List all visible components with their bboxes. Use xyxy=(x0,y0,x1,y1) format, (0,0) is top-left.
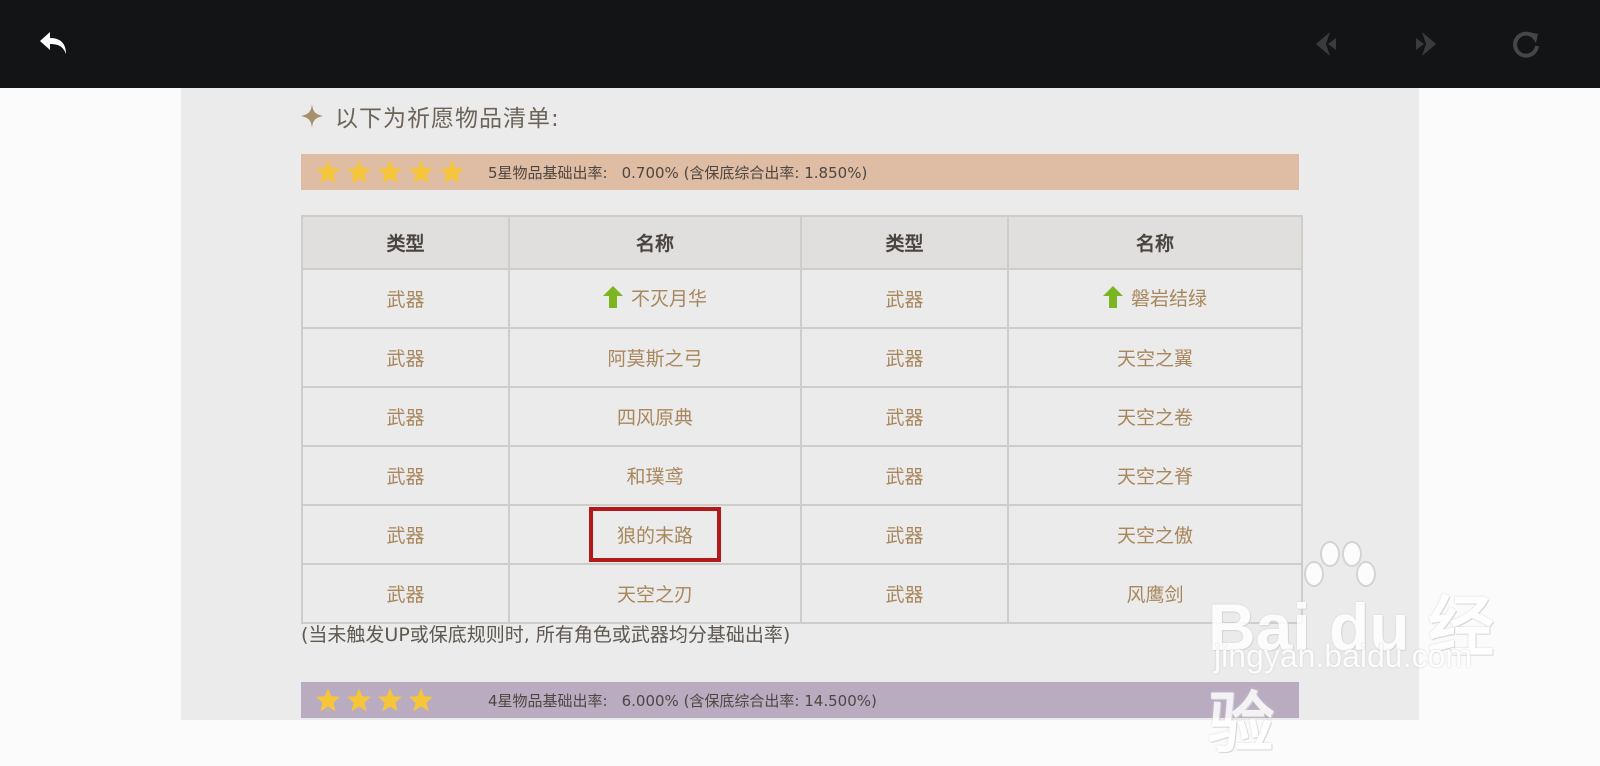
five-star-rate-text: 5星物品基础出率: 0.700% (含保底综合出率: 1.850%) xyxy=(488,162,867,183)
item-type-cell: 武器 xyxy=(800,386,1009,447)
five-star-rate-bar: 5星物品基础出率: 0.700% (含保底综合出率: 1.850%) xyxy=(301,154,1299,190)
item-name-cell: 狼的末路 xyxy=(508,504,802,565)
table-row: 武器 不灭月华 武器 磐岩结绿 xyxy=(301,268,1303,329)
five-star-rate-value: 0.700% (含保底综合出率: 1.850%) xyxy=(621,163,868,182)
wish-items-table: 类型 名称 类型 名称 武器 不灭月华 武器 磐岩结绿 武器 阿莫斯之弓 武器 … xyxy=(301,215,1303,624)
table-row: 武器 和璞鸢 武器 天空之脊 xyxy=(301,445,1303,506)
baidu-jingyan-watermark: Bai du 经验 jingyan.baidu.com xyxy=(1208,540,1498,760)
item-name-cell: 天空之卷 xyxy=(1007,386,1303,447)
item-name-cell: 四风原典 xyxy=(508,386,802,447)
item-name-cell: 不灭月华 xyxy=(508,268,802,329)
star-icon xyxy=(316,688,340,712)
column-header-name: 名称 xyxy=(508,215,802,270)
star-icon xyxy=(347,160,371,184)
star-icon xyxy=(316,160,340,184)
reload-button[interactable] xyxy=(1502,20,1550,68)
star-icon xyxy=(378,688,402,712)
item-type-cell: 武器 xyxy=(301,504,510,565)
prev-button[interactable] xyxy=(1302,20,1350,68)
item-name-cell: 磐岩结绿 xyxy=(1007,268,1303,329)
four-star-rate-text: 4星物品基础出率: 6.000% (含保底综合出率: 14.500%) xyxy=(488,690,877,711)
item-type-cell: 武器 xyxy=(800,327,1009,388)
item-name-cell: 天空之脊 xyxy=(1007,445,1303,506)
item-name-cell: 阿莫斯之弓 xyxy=(508,327,802,388)
item-name-cell: 和璞鸢 xyxy=(508,445,802,506)
item-type-cell: 武器 xyxy=(301,386,510,447)
section-heading-text: 以下为祈愿物品清单: xyxy=(335,106,560,132)
star-icon xyxy=(409,688,433,712)
item-name: 磐岩结绿 xyxy=(1130,287,1207,310)
up-arrow-icon xyxy=(602,286,623,309)
four-star-rating xyxy=(301,687,480,713)
prev-arrow-icon xyxy=(1316,32,1336,56)
item-type-cell: 武器 xyxy=(800,563,1009,624)
column-header-name: 名称 xyxy=(1007,215,1303,270)
star-icon xyxy=(440,160,464,184)
next-button[interactable] xyxy=(1402,20,1450,68)
item-name-cell: 天空之翼 xyxy=(1007,327,1303,388)
item-name: 不灭月华 xyxy=(630,287,707,310)
column-header-type: 类型 xyxy=(301,215,510,270)
four-star-rate-value: 6.000% (含保底综合出率: 14.500%) xyxy=(621,691,877,710)
next-arrow-icon xyxy=(1416,32,1436,56)
item-type-cell: 武器 xyxy=(800,268,1009,329)
four-star-rate-bar: 4星物品基础出率: 6.000% (含保底综合出率: 14.500%) xyxy=(301,682,1299,718)
reload-icon xyxy=(1513,31,1539,58)
watermark-url: jingyan.baidu.com xyxy=(1214,638,1472,674)
five-star-rating xyxy=(301,159,480,185)
section-heading: 以下为祈愿物品清单: xyxy=(301,98,560,134)
sparkle-icon xyxy=(301,104,323,128)
table-row: 武器 狼的末路 武器 天空之傲 xyxy=(301,504,1303,565)
item-type-cell: 武器 xyxy=(800,445,1009,506)
table-row: 武器 天空之刃 武器 风鹰剑 xyxy=(301,563,1303,624)
browser-toolbar xyxy=(0,0,1600,88)
item-type-cell: 武器 xyxy=(301,445,510,506)
up-arrow-icon xyxy=(1102,286,1123,309)
item-type-cell: 武器 xyxy=(800,504,1009,565)
star-icon xyxy=(409,160,433,184)
five-star-rate-label: 5星物品基础出率: xyxy=(488,163,608,182)
star-icon xyxy=(347,688,371,712)
item-type-cell: 武器 xyxy=(301,268,510,329)
item-name-cell: 天空之刃 xyxy=(508,563,802,624)
back-button[interactable] xyxy=(30,20,78,68)
item-name: 狼的末路 xyxy=(616,525,693,547)
rate-note: (当未触发UP或保底规则时, 所有角色或武器均分基础出率) xyxy=(301,624,791,646)
table-header-row: 类型 名称 类型 名称 xyxy=(301,215,1303,270)
highlighted-item-box: 狼的末路 xyxy=(588,507,721,562)
item-type-cell: 武器 xyxy=(301,563,510,624)
table-row: 武器 四风原典 武器 天空之卷 xyxy=(301,386,1303,447)
table-row: 武器 阿莫斯之弓 武器 天空之翼 xyxy=(301,327,1303,388)
four-star-rate-label: 4星物品基础出率: xyxy=(488,691,608,710)
star-icon xyxy=(378,160,402,184)
column-header-type: 类型 xyxy=(800,215,1009,270)
item-type-cell: 武器 xyxy=(301,327,510,388)
back-arrow-icon xyxy=(40,32,66,54)
